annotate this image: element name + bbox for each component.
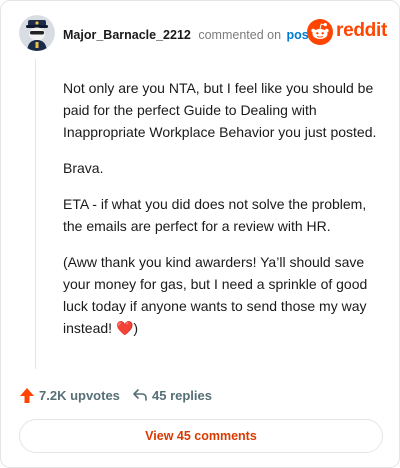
replies-count: 45 replies <box>152 388 212 403</box>
heart-emoji: ❤️ <box>115 320 134 336</box>
view-comments-button[interactable]: View 45 comments <box>19 419 383 453</box>
comment-paragraph: Not only are you NTA, but I feel like yo… <box>63 80 377 140</box>
commented-on-text: commented on <box>198 28 282 42</box>
reddit-logo[interactable]: reddit <box>307 19 387 45</box>
comment-body: Not only are you NTA, but I feel like yo… <box>63 77 379 353</box>
upvote-count: 7.2K upvotes <box>39 388 120 403</box>
comment-header: Major_Barnacle_2212 commented on post re… <box>19 15 387 55</box>
reddit-snoo-icon <box>307 19 333 45</box>
reddit-wordmark: reddit <box>336 20 387 41</box>
comment-card: Major_Barnacle_2212 commented on post re… <box>0 0 400 468</box>
username[interactable]: Major_Barnacle_2212 <box>63 28 191 42</box>
comment-paragraph: ETA - if what you did does not solve the… <box>63 196 367 234</box>
reply-arrow-icon <box>133 389 147 401</box>
upvote-arrow-icon <box>20 388 34 403</box>
user-line: Major_Barnacle_2212 commented on post <box>63 28 313 42</box>
comment-paragraph: Brava. <box>63 160 104 176</box>
comment-paragraph-last: (Aww thank you kind awarders! Ya’ll shou… <box>63 251 379 339</box>
closing-paren: ) <box>133 320 139 336</box>
thread-line <box>35 59 36 369</box>
comment-paragraph-text: (Aww thank you kind awarders! Ya’ll shou… <box>63 254 368 336</box>
user-avatar[interactable] <box>19 15 55 51</box>
